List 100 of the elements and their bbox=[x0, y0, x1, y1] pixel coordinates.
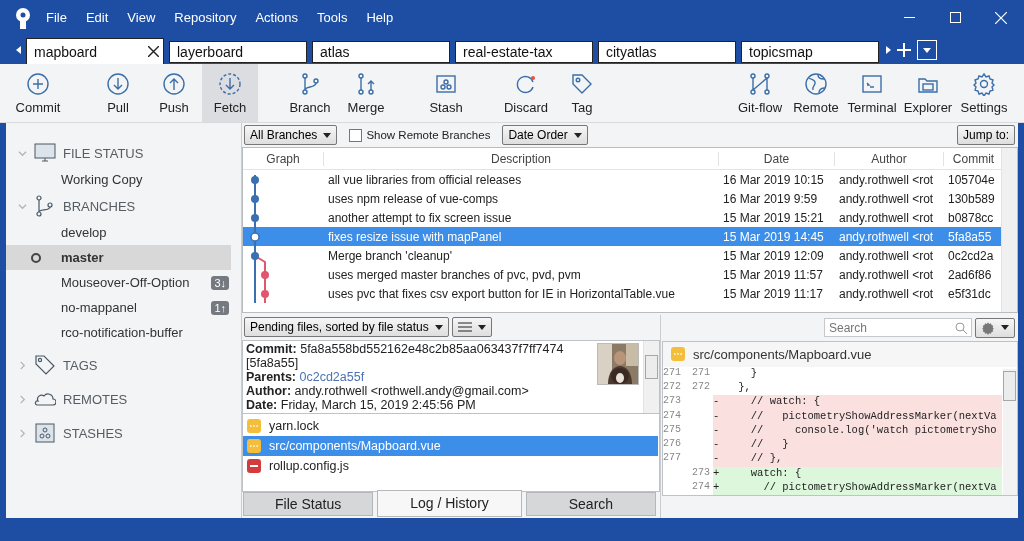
commit-row[interactable]: uses merged master branches of pvc, pvd, pvm 15 Mar 2019 11:57 andy.rothwell <rot 2ad6f86 bbox=[243, 265, 1001, 284]
left-arrow-icon[interactable] bbox=[15, 46, 21, 54]
column-header[interactable]: Date bbox=[719, 151, 835, 166]
repository-tab[interactable]: atlas bbox=[312, 41, 450, 63]
toolbar-button[interactable]: Stash bbox=[418, 64, 474, 122]
table-cell-text: andy.rothwell <rot bbox=[838, 210, 935, 225]
table-cell-text: andy.rothwell <rot bbox=[838, 248, 935, 263]
count-badge: 1↑ bbox=[211, 300, 229, 315]
line-number: 272 bbox=[691, 381, 711, 395]
caret-icon bbox=[923, 47, 931, 53]
menu-item[interactable]: View bbox=[127, 10, 156, 25]
parent-link[interactable]: 0c2cd2a55f bbox=[299, 369, 365, 384]
line-number: 271 bbox=[691, 366, 711, 380]
view-dropdown[interactable]: Pending files, sorted by file status bbox=[244, 317, 449, 338]
settings-icon bbox=[972, 71, 996, 96]
changed-file-row[interactable]: rollup.config.js bbox=[243, 456, 658, 477]
toolbar-button[interactable]: Tag bbox=[554, 64, 610, 122]
search-field[interactable]: Search bbox=[824, 318, 972, 337]
table-cell-text: another attempt to fix screen issue bbox=[327, 210, 513, 225]
checkbox-label[interactable]: Show Remote Branches bbox=[366, 129, 491, 141]
line-number: 274 bbox=[663, 409, 682, 423]
commit-row[interactable]: another attempt to fix screen issue 15 Mar 2019 15:21 andy.rothwell <rot b0878cc bbox=[243, 208, 1001, 227]
commit-row[interactable]: all vue libraries from official releases 16 Mar 2019 10:15 andy.rothwell <rot 105704e bbox=[243, 170, 1001, 189]
section-heading[interactable]: FILE STATUS bbox=[63, 145, 144, 161]
sidebar-item[interactable]: rco-notification-buffer bbox=[6, 320, 231, 345]
toolbar-button[interactable]: Remote bbox=[788, 64, 844, 122]
toolbar-button[interactable]: Git-flow bbox=[732, 64, 788, 122]
toolbar-button[interactable]: Branch bbox=[282, 64, 338, 122]
table-cell-text: 2ad6f86 bbox=[947, 267, 993, 282]
view-tab[interactable]: File Status bbox=[243, 491, 374, 516]
tabs-dropdown[interactable] bbox=[917, 40, 937, 60]
toolbar-button[interactable]: Explorer bbox=[900, 64, 956, 122]
repository-tab[interactable]: layerboard bbox=[169, 41, 307, 63]
menu-item[interactable]: Tools bbox=[317, 10, 348, 25]
toolbar-button[interactable]: Merge bbox=[338, 64, 394, 122]
changed-file-row[interactable]: yarn.lock bbox=[243, 416, 658, 437]
table-cell-text: 5fa8a55 bbox=[947, 229, 993, 244]
section-heading[interactable]: TAGS bbox=[63, 357, 98, 373]
menu-item[interactable]: Help bbox=[366, 10, 394, 25]
repository-tab[interactable]: topicsmap bbox=[741, 41, 879, 63]
table-cell-text: 105704e bbox=[947, 172, 996, 187]
close-icon[interactable] bbox=[148, 46, 159, 57]
commit-row[interactable]: uses pvc that fixes csv export button for IE in HorizontalTable.vue 15 Mar 2019 11:17 andy.rothwell <rot e5f31dc bbox=[243, 284, 1001, 303]
toolbar-button[interactable]: Settings bbox=[956, 64, 1012, 122]
branches-dropdown[interactable]: All Branches bbox=[244, 125, 338, 145]
table-cell-text: b0878cc bbox=[947, 210, 995, 225]
section-heading[interactable]: STASHES bbox=[63, 425, 123, 441]
toolbar-button[interactable]: Commit bbox=[10, 64, 66, 122]
plus-icon[interactable] bbox=[897, 43, 911, 57]
menu-item[interactable]: Actions bbox=[255, 10, 299, 25]
jump-button[interactable]: Jump to: bbox=[956, 125, 1015, 145]
view-tab[interactable]: Log / History bbox=[377, 489, 522, 517]
menu-item[interactable]: Edit bbox=[85, 10, 109, 25]
line-number: 274 bbox=[691, 480, 711, 494]
scrollbar[interactable] bbox=[1001, 148, 1017, 312]
table-cell-text: e5f31dc bbox=[947, 286, 992, 301]
commit-row[interactable]: Merge branch 'cleanup' 15 Mar 2019 12:09 andy.rothwell <rot 0c2cd2a bbox=[243, 246, 1001, 265]
repository-tab[interactable]: mapboard bbox=[26, 38, 164, 64]
repository-tab[interactable]: real-estate-tax bbox=[455, 41, 593, 63]
section-heading[interactable]: REMOTES bbox=[63, 391, 128, 407]
toolbar-button[interactable]: Terminal bbox=[844, 64, 900, 122]
line-number: 271 bbox=[663, 366, 682, 380]
column-header[interactable]: Author bbox=[835, 151, 944, 166]
checkbox[interactable] bbox=[349, 128, 363, 142]
count-badge: 3↓ bbox=[211, 275, 229, 290]
sidebar-item[interactable]: master bbox=[6, 245, 231, 270]
toolbar-button[interactable]: Fetch bbox=[202, 64, 258, 122]
table-cell-text: 15 Mar 2019 14:45 bbox=[722, 229, 825, 244]
order-dropdown[interactable]: Date Order bbox=[502, 125, 588, 145]
plus-circle-icon bbox=[26, 71, 50, 96]
sidebar-item[interactable]: Working Copy bbox=[6, 167, 231, 192]
toolbar-button[interactable]: Discard bbox=[498, 64, 554, 122]
table-cell-text: andy.rothwell <rot bbox=[838, 172, 935, 187]
detail-line: Date: Friday, March 15, 2019 2:45:56 PM bbox=[246, 397, 476, 412]
section-heading[interactable]: BRANCHES bbox=[63, 198, 136, 214]
table-cell-text: all vue libraries from official releases bbox=[327, 172, 523, 187]
menu-item[interactable]: Repository bbox=[174, 10, 237, 25]
sidebar-item[interactable]: Mouseover-Off-Option 3↓ bbox=[6, 270, 231, 295]
maximize-icon[interactable] bbox=[949, 12, 961, 23]
scrollbar[interactable] bbox=[1003, 369, 1017, 495]
view-tab[interactable]: Search bbox=[525, 491, 656, 516]
settings-icon bbox=[981, 320, 995, 335]
column-header[interactable]: Graph bbox=[243, 151, 324, 166]
commit-row[interactable]: uses npm release of vue-comps 16 Mar 2019 9:59 andy.rothwell <rot 130b589 bbox=[243, 189, 1001, 208]
repository-tab[interactable]: cityatlas bbox=[598, 41, 736, 63]
right-arrow-icon[interactable] bbox=[886, 46, 891, 54]
toolbar-button[interactable]: Push bbox=[146, 64, 202, 122]
toolbar-button[interactable]: Pull bbox=[90, 64, 146, 122]
scrollbar[interactable] bbox=[643, 340, 659, 414]
menu-item[interactable]: File bbox=[46, 10, 67, 25]
up-arrow-circle-icon bbox=[162, 71, 186, 96]
settings-dropdown[interactable] bbox=[975, 317, 1015, 338]
sidebar-item[interactable]: develop bbox=[6, 220, 231, 245]
globe-icon bbox=[804, 71, 828, 96]
sidebar-item[interactable]: no-mappanel 1↑ bbox=[6, 295, 231, 320]
code-line: } bbox=[749, 366, 759, 381]
column-header[interactable]: Description bbox=[324, 151, 719, 166]
list-mode-dropdown[interactable] bbox=[451, 317, 492, 338]
minimize-icon[interactable] bbox=[903, 16, 915, 19]
table-cell-text: 15 Mar 2019 12:09 bbox=[722, 248, 825, 263]
